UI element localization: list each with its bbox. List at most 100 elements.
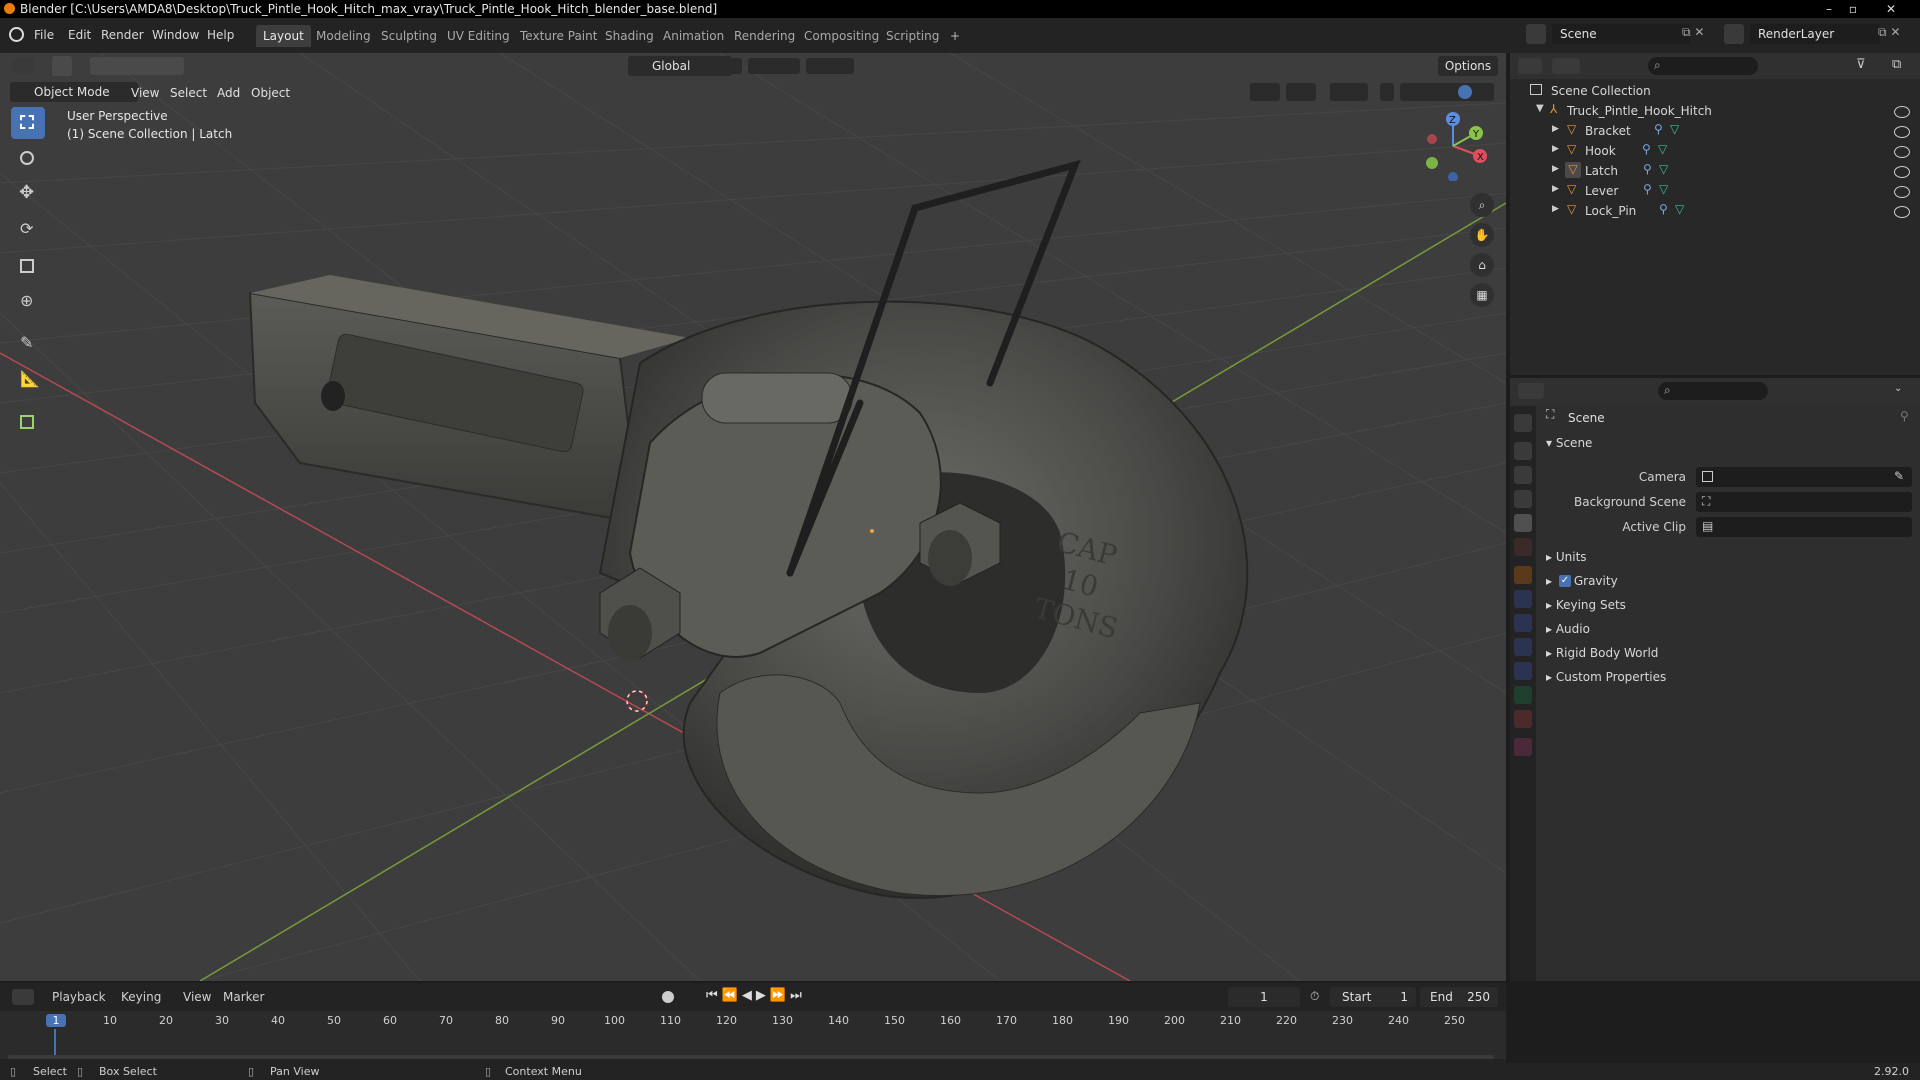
shading-mode-buttons[interactable] [1400, 83, 1494, 101]
active-tool-icon[interactable] [52, 56, 72, 76]
active-clip-field[interactable]: ▤ [1696, 517, 1912, 537]
tab-sculpting[interactable]: Sculpting [374, 25, 444, 47]
eyedropper-icon[interactable]: ✎ [1894, 469, 1904, 483]
tab-compositing[interactable]: Compositing [797, 25, 886, 47]
texture-tab-icon[interactable] [1514, 738, 1532, 756]
output-tab-icon[interactable] [1514, 466, 1532, 484]
object-tab-icon[interactable] [1514, 566, 1532, 584]
rotate-tool[interactable]: ⟳ [11, 215, 45, 247]
add-menu[interactable]: Add [217, 86, 240, 100]
eye-icon[interactable] [1894, 206, 1910, 218]
menu-help[interactable]: Help [207, 28, 234, 42]
expand-arrow-icon[interactable]: ▼ [1536, 103, 1544, 114]
editor-type-icon[interactable] [12, 58, 34, 74]
gizmo-toggle-icon[interactable] [1286, 83, 1316, 101]
playback-menu[interactable]: Playback [52, 990, 106, 1004]
add-workspace-button[interactable]: + [943, 25, 967, 47]
properties-editor-type-icon[interactable] [1518, 383, 1544, 399]
menu-render[interactable]: Render [101, 28, 144, 42]
view-layer-field[interactable]: RenderLayer [1750, 24, 1880, 44]
material-preview-shading-icon[interactable] [1458, 85, 1472, 99]
menu-edit[interactable]: Edit [68, 28, 91, 42]
material-tab-icon[interactable] [1514, 710, 1532, 728]
stopwatch-icon[interactable]: ⏱ [1310, 989, 1319, 1004]
expand-arrow-icon[interactable]: ▶ [1552, 144, 1559, 154]
overlays-toggle-icon[interactable] [1330, 83, 1368, 101]
timeline-view-menu[interactable]: View [183, 990, 211, 1004]
modifier-tab-icon[interactable] [1514, 590, 1532, 608]
new-collection-icon[interactable]: ⧉ [1892, 57, 1901, 72]
tab-animation[interactable]: Animation [656, 25, 731, 47]
perspective-toggle-icon[interactable]: ▦ [1470, 283, 1494, 307]
scene-browse-icon[interactable] [1526, 24, 1546, 44]
timeline-ruler[interactable]: 1 10 20 30 40 50 60 70 80 90 100 110 120 130 140 150 160… [0, 1011, 1506, 1059]
proportional-editing-icon[interactable] [806, 58, 854, 74]
zoom-icon[interactable]: ⌕ [1470, 193, 1494, 217]
view-layer-browse-icon[interactable] [1724, 24, 1744, 44]
custom-properties-panel-header[interactable]: ▸ Custom Properties [1546, 670, 1666, 684]
tab-texture-paint[interactable]: Texture Paint [513, 25, 604, 47]
eye-icon[interactable] [1894, 186, 1910, 198]
object-menu[interactable]: Object [251, 86, 290, 100]
scale-tool[interactable] [11, 251, 45, 283]
maximize-button[interactable]: ▫ [1842, 0, 1864, 18]
units-panel-header[interactable]: ▸ Units [1546, 550, 1587, 564]
tab-modeling[interactable]: Modeling [309, 25, 378, 47]
outliner-row-scene-collection[interactable]: Scene Collection [1510, 81, 1920, 101]
outliner-row-hook[interactable]: ▶ ▽ Hook ⚲ ▽ [1510, 141, 1920, 161]
view-menu[interactable]: View [131, 86, 159, 100]
eye-icon[interactable] [1894, 106, 1910, 118]
start-frame-field[interactable]: Start 1 [1330, 987, 1416, 1007]
minimize-button[interactable]: – [1818, 0, 1840, 18]
expand-arrow-icon[interactable]: ▶ [1552, 204, 1559, 214]
chevron-down-icon[interactable]: ⌄ [1894, 383, 1902, 394]
3d-viewport[interactable]: CAP 10 TONS Global Options Object Mode V… [0, 53, 1506, 981]
timeline-editor-type-icon[interactable] [12, 989, 34, 1005]
move-tool[interactable]: ✥ [11, 179, 45, 211]
camera-field[interactable]: ✎ [1696, 467, 1912, 487]
eye-icon[interactable] [1894, 166, 1910, 178]
keying-menu[interactable]: Keying [121, 990, 161, 1004]
data-tab-icon[interactable] [1514, 686, 1532, 704]
marker-menu[interactable]: Marker [223, 990, 264, 1004]
rigid-body-world-panel-header[interactable]: ▸ Rigid Body World [1546, 646, 1658, 660]
annotate-tool[interactable]: ✎ [11, 329, 45, 361]
render-tab-icon[interactable] [1514, 442, 1532, 460]
add-cube-tool[interactable] [11, 407, 45, 439]
properties-search-input[interactable]: ⌕ [1658, 382, 1768, 400]
transform-tool[interactable]: ⊕ [11, 287, 45, 319]
physics-tab-icon[interactable] [1514, 638, 1532, 656]
eye-icon[interactable] [1894, 146, 1910, 158]
scene-name-field[interactable]: Scene [1552, 24, 1690, 44]
gravity-panel-header[interactable]: ▸ ✓ Gravity [1546, 574, 1618, 588]
outliner-row-latch[interactable]: ▶ ▽ Latch ⚲ ▽ [1510, 161, 1920, 181]
outliner-row-lever[interactable]: ▶ ▽ Lever ⚲ ▽ [1510, 181, 1920, 201]
navigation-gizmo[interactable]: Z X Y [1418, 111, 1488, 181]
audio-panel-header[interactable]: ▸ Audio [1546, 622, 1590, 636]
new-view-layer-icon[interactable]: ⧉ ✕ [1878, 25, 1900, 40]
outliner-row-bracket[interactable]: ▶ ▽ Bracket ⚲ ▽ [1510, 121, 1920, 141]
gravity-checkbox[interactable]: ✓ [1559, 575, 1571, 587]
cursor-tool[interactable] [11, 143, 45, 175]
xray-toggle-icon[interactable] [1380, 83, 1394, 101]
outliner-row-lock-pin[interactable]: ▶ ▽ Lock_Pin ⚲ ▽ [1510, 201, 1920, 221]
outliner-editor-type-icon[interactable] [1518, 58, 1542, 74]
tool-tab-icon[interactable] [1514, 414, 1532, 432]
current-frame-field[interactable]: 1 [1228, 987, 1300, 1007]
display-mode-icon[interactable] [1552, 58, 1580, 74]
playback-controls[interactable]: ⏮⏪◀▶⏩⏭ [706, 988, 806, 1003]
expand-arrow-icon[interactable]: ▶ [1552, 164, 1559, 174]
close-window-button[interactable]: ✕ [1880, 0, 1902, 18]
object-mode-dropdown[interactable]: Object Mode [10, 82, 138, 102]
options-dropdown[interactable]: Options [1438, 56, 1498, 76]
visibility-icon[interactable] [1250, 83, 1280, 101]
view-layer-tab-icon[interactable] [1514, 490, 1532, 508]
camera-view-icon[interactable]: ⌂ [1470, 253, 1494, 277]
keying-sets-panel-header[interactable]: ▸ Keying Sets [1546, 598, 1626, 612]
pin-icon[interactable]: ⚲ [1900, 409, 1909, 423]
tab-rendering[interactable]: Rendering [727, 25, 802, 47]
current-frame-indicator[interactable]: 1 [46, 1014, 66, 1027]
scene-panel-header[interactable]: ▾ Scene [1546, 436, 1592, 450]
outliner-search-input[interactable]: ⌕ [1648, 57, 1758, 75]
menu-window[interactable]: Window [152, 28, 199, 42]
